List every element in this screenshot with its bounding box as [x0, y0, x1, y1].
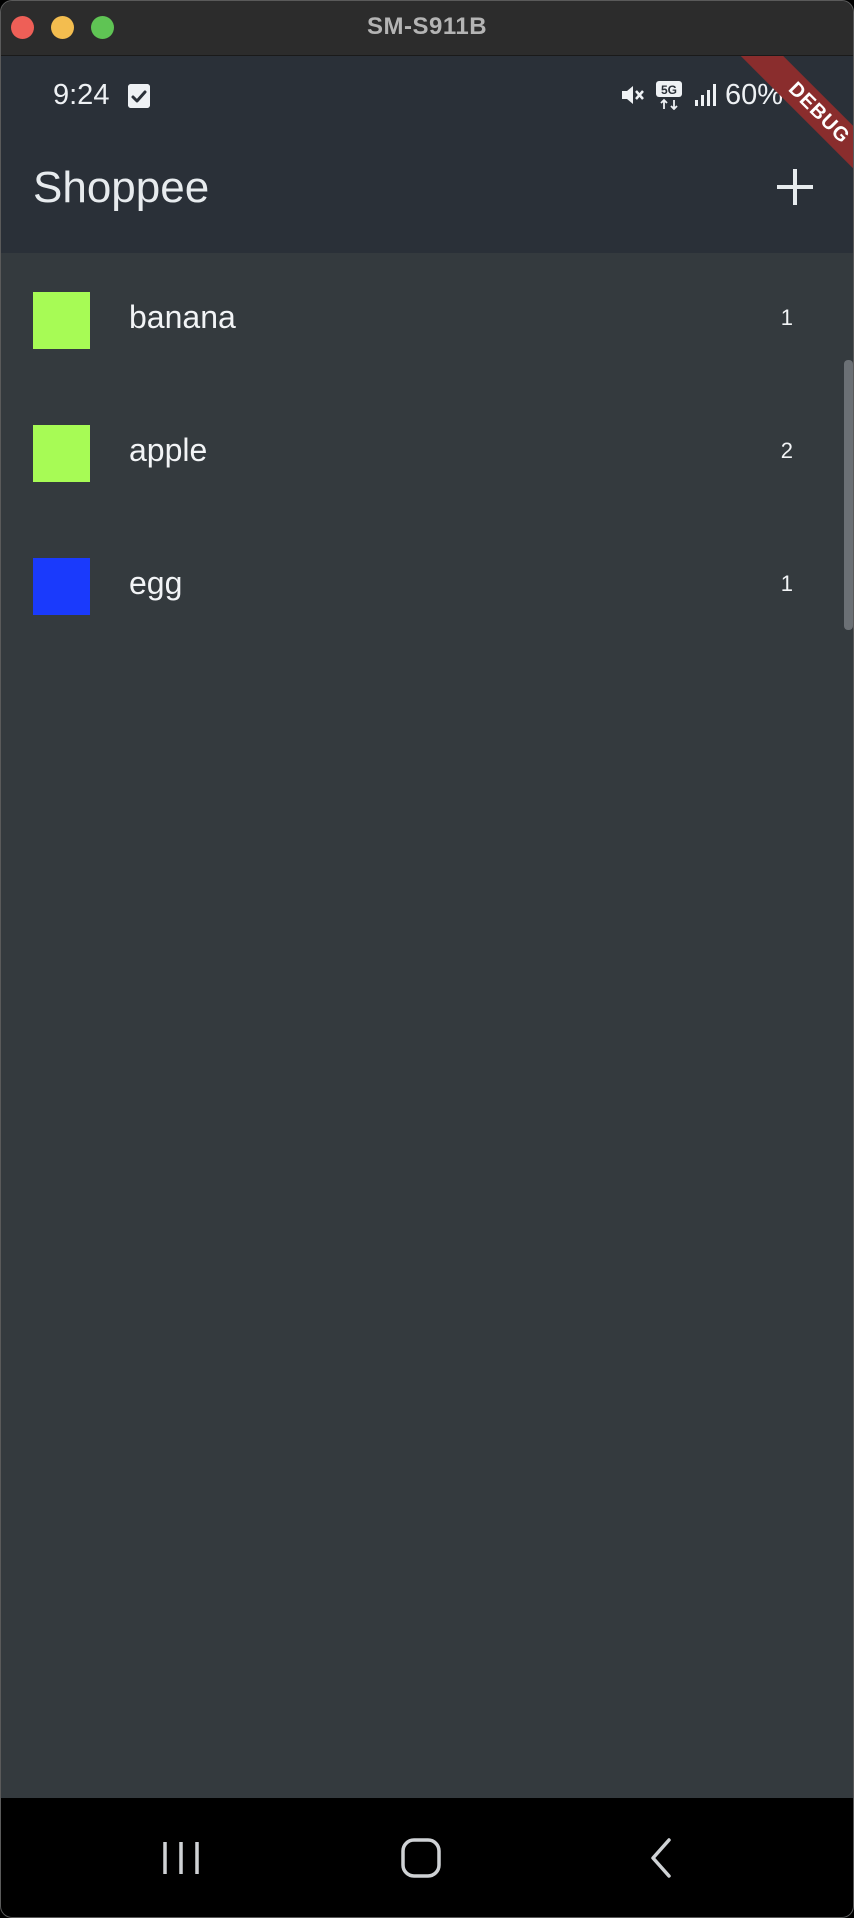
checkbox-notification-icon	[128, 84, 150, 108]
item-color-swatch	[33, 425, 90, 482]
debug-banner: DEBUG	[701, 56, 853, 208]
scrollbar[interactable]	[844, 360, 853, 630]
app-title: Shoppee	[33, 163, 210, 212]
item-color-swatch	[33, 292, 90, 349]
list-item[interactable]: apple 2	[1, 386, 853, 519]
list-item[interactable]: banana 1	[1, 253, 853, 386]
debug-banner-label: DEBUG	[737, 56, 853, 195]
item-color-swatch	[33, 558, 90, 615]
mute-icon	[619, 82, 645, 113]
item-quantity: 1	[780, 571, 793, 596]
navigation-bar	[1, 1798, 853, 1917]
back-button[interactable]	[631, 1828, 691, 1888]
item-name: banana	[129, 299, 236, 335]
item-quantity: 1	[780, 305, 793, 330]
home-icon	[401, 1838, 441, 1878]
item-name: egg	[129, 565, 183, 601]
item-quantity: 2	[780, 438, 793, 463]
recents-button[interactable]	[151, 1828, 211, 1888]
status-time: 9:24	[53, 79, 110, 111]
emulator-window: SM-S911B 9:24 5G 60% Shoppee DEBUG banan…	[0, 0, 854, 1918]
shopping-list: banana 1 apple 2 egg 1	[1, 253, 853, 652]
window-titlebar: SM-S911B	[1, 1, 853, 56]
5g-icon: 5G	[655, 80, 683, 115]
recents-icon	[163, 1842, 199, 1874]
list-item[interactable]: egg 1	[1, 519, 853, 652]
back-icon	[651, 1838, 671, 1878]
home-button[interactable]	[391, 1828, 451, 1888]
item-name: apple	[129, 432, 208, 468]
window-title: SM-S911B	[366, 13, 488, 40]
svg-text:5G: 5G	[661, 83, 677, 97]
